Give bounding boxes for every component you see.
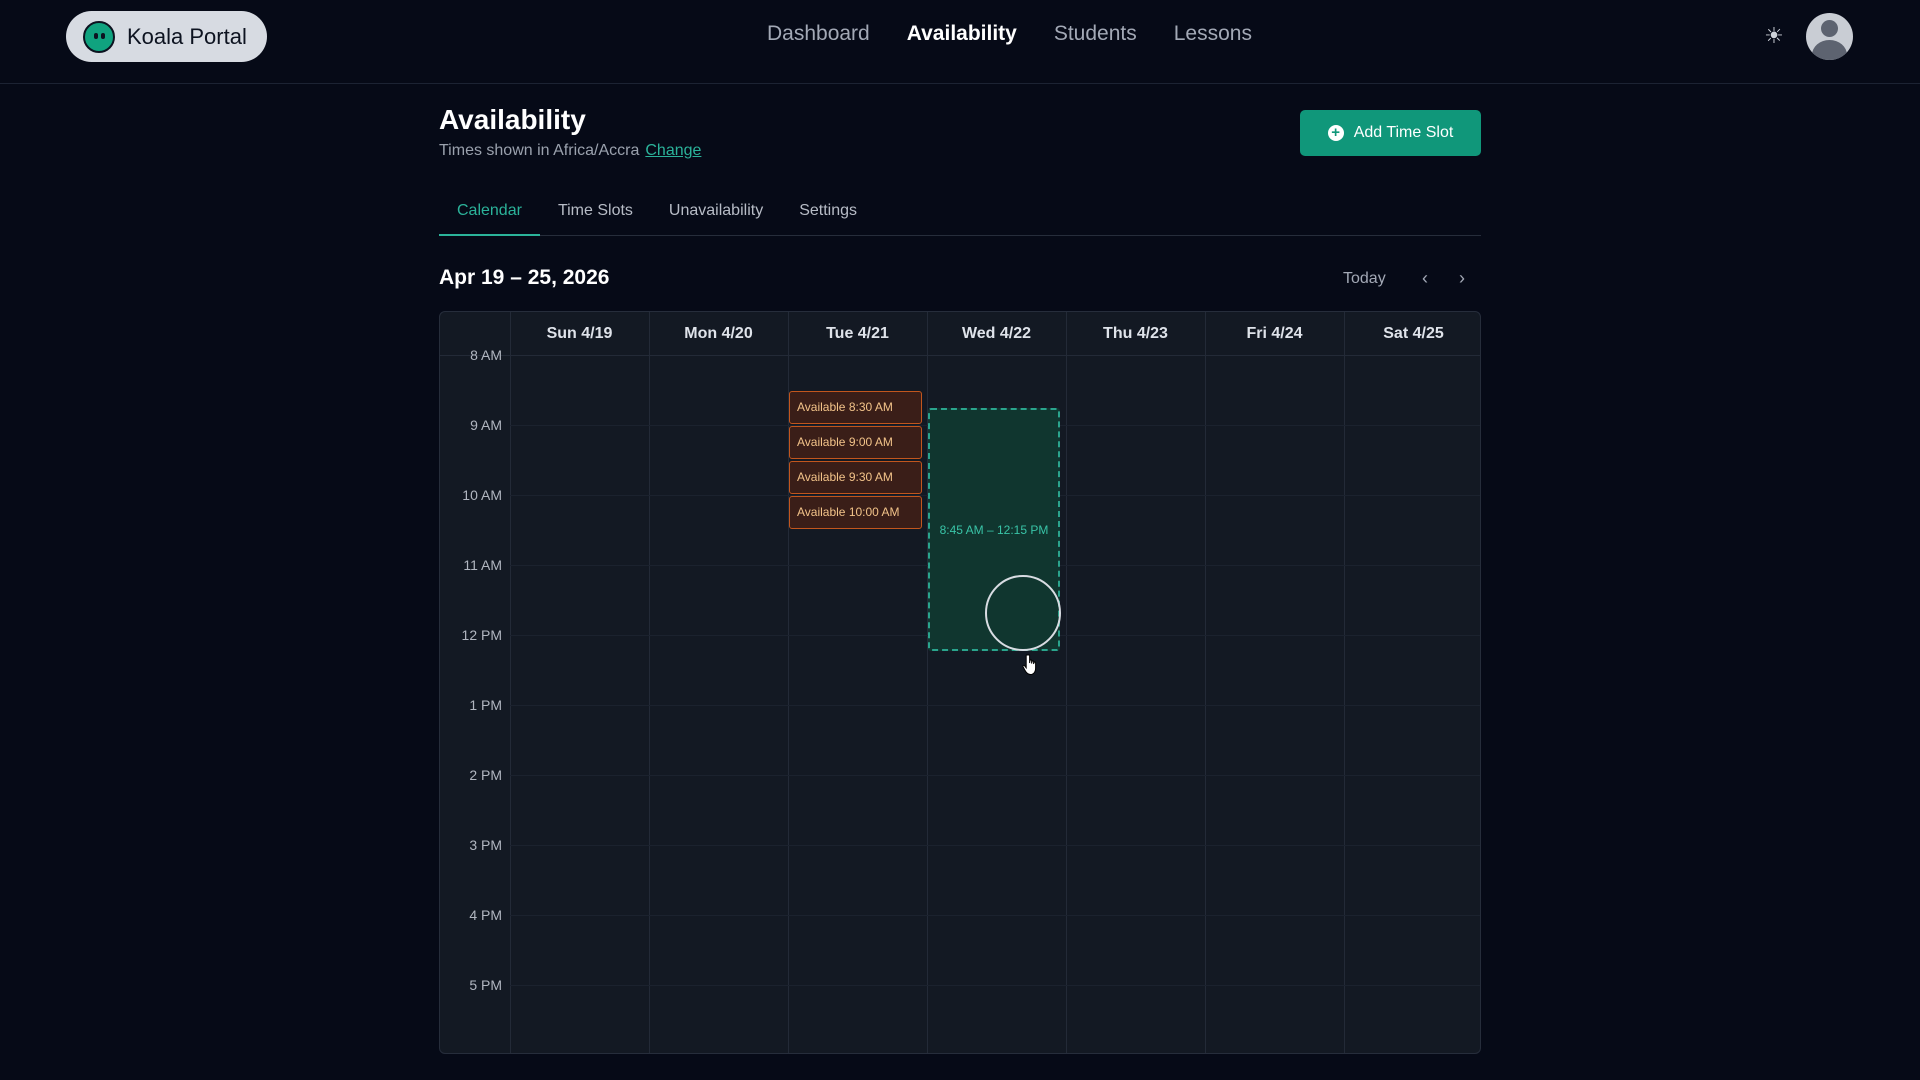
brand-name: Koala Portal: [127, 23, 247, 49]
grid-divider: [1066, 312, 1067, 1053]
grid-divider: [510, 312, 511, 1053]
tab-calendar[interactable]: Calendar: [439, 194, 540, 236]
hand-pointer-icon: [1022, 654, 1037, 676]
grid-divider: [649, 312, 650, 1053]
sun-icon[interactable]: ☀: [1762, 24, 1786, 48]
day-header-sun: Sun 4/19: [546, 325, 613, 342]
add-time-slot-button[interactable]: + Add Time Slot: [1300, 110, 1481, 156]
hour-label: 1 PM: [469, 697, 502, 713]
tab-time-slots[interactable]: Time Slots: [540, 194, 651, 236]
availability-tabs: Calendar Time Slots Unavailability Setti…: [439, 194, 1481, 236]
time-slot-block[interactable]: Available 9:00 AM: [789, 426, 922, 459]
day-header-fri: Fri 4/24: [1246, 325, 1303, 342]
hour-label: 4 PM: [469, 907, 502, 923]
hour-line: [510, 985, 1480, 986]
hour-line: [510, 845, 1480, 846]
week-range: Apr 19 – 25, 2026: [439, 266, 610, 289]
today-button[interactable]: Today: [1343, 270, 1386, 288]
nav-availability[interactable]: Availability: [907, 22, 1017, 46]
plus-circle-icon: +: [1327, 125, 1344, 141]
timezone-info: Times shown in Africa/Accra Change: [439, 142, 701, 160]
grid-divider: [1344, 312, 1345, 1053]
drag-handle-ring[interactable]: [985, 575, 1061, 651]
page-title: Availability: [439, 104, 586, 135]
chevron-right-icon[interactable]: ›: [1459, 268, 1465, 289]
day-header-sat: Sat 4/25: [1383, 325, 1444, 342]
chevron-left-icon[interactable]: ‹: [1422, 268, 1428, 289]
hour-line: [510, 915, 1480, 916]
day-header-wed: Wed 4/22: [961, 325, 1032, 342]
tab-unavailability[interactable]: Unavailability: [651, 194, 781, 236]
hour-label: 8 AM: [470, 347, 502, 363]
time-slot-block[interactable]: Available 9:30 AM: [789, 461, 922, 494]
grid-divider: [1205, 312, 1206, 1053]
time-slot-block[interactable]: Available 8:30 AM: [789, 391, 922, 424]
brand-home-button[interactable]: Koala Portal: [66, 11, 267, 62]
hour-line: [510, 775, 1480, 776]
grid-divider: [788, 312, 789, 1053]
top-navigation-bar: Koala Portal Dashboard Availability Stud…: [0, 0, 1920, 84]
hour-label: 3 PM: [469, 837, 502, 853]
tab-settings[interactable]: Settings: [781, 194, 875, 236]
koala-logo-icon: [83, 20, 115, 53]
hour-label: 11 AM: [463, 557, 502, 573]
nav-lessons[interactable]: Lessons: [1174, 22, 1252, 46]
week-calendar: Sun 4/19 Mon 4/20 Tue 4/21 Wed 4/22 Thu …: [439, 311, 1481, 1054]
hour-line: [510, 705, 1480, 706]
add-time-slot-label: Add Time Slot: [1353, 124, 1454, 141]
selection-time-range: 8:45 AM – 12:15 PM: [939, 523, 1049, 537]
day-header-thu: Thu 4/23: [1103, 325, 1168, 342]
hour-label: 12 PM: [461, 627, 502, 643]
hour-label: 2 PM: [469, 767, 502, 783]
day-header-tue: Tue 4/21: [826, 325, 889, 342]
hour-label: 5 PM: [469, 977, 502, 993]
change-timezone-link[interactable]: Change: [645, 142, 701, 159]
timezone-text: Times shown in Africa/Accra: [439, 142, 640, 159]
day-header-mon: Mon 4/20: [684, 325, 753, 342]
user-avatar[interactable]: [1806, 13, 1853, 60]
nav-students[interactable]: Students: [1054, 22, 1137, 46]
calendar-header-row: Sun 4/19 Mon 4/20 Tue 4/21 Wed 4/22 Thu …: [440, 312, 1480, 356]
hour-label: 10 AM: [462, 487, 502, 503]
nav-dashboard[interactable]: Dashboard: [767, 22, 870, 46]
hour-label: 9 AM: [470, 417, 502, 433]
main-nav: Dashboard Availability Students Lessons: [767, 22, 1252, 46]
time-slot-block[interactable]: Available 10:00 AM: [789, 496, 922, 529]
